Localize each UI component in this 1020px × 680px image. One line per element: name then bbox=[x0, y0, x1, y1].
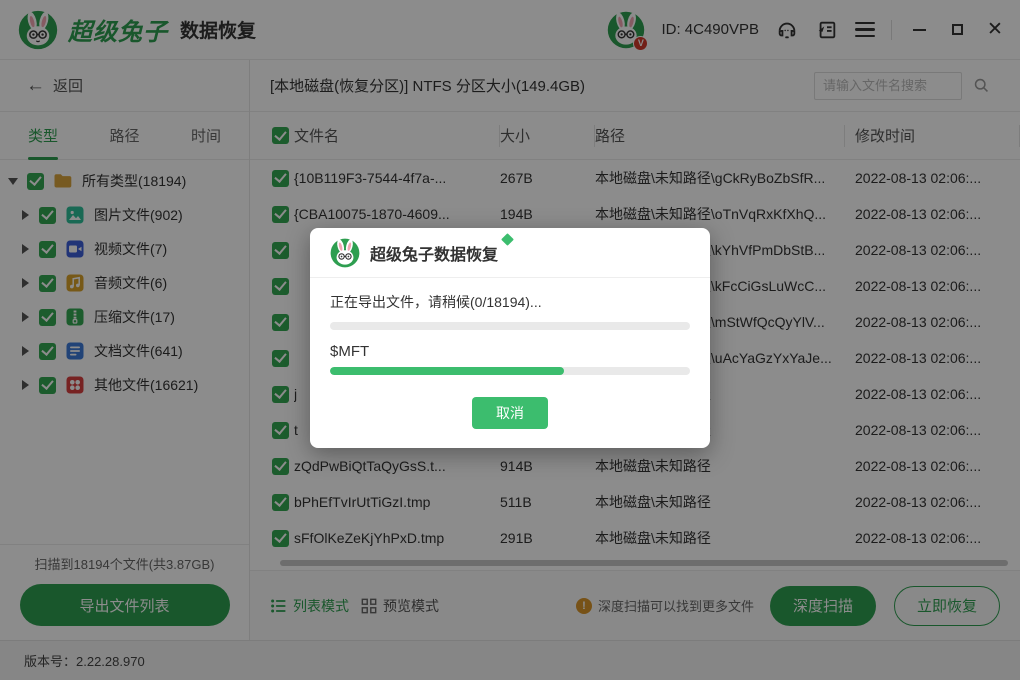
sparkle-icon bbox=[501, 233, 514, 246]
export-status-text: 正在导出文件，请稍候(0/18194)... bbox=[330, 292, 690, 312]
file-progress-fill bbox=[330, 367, 564, 375]
dialog-rabbit-logo-icon bbox=[330, 238, 360, 268]
current-file-label: $MFT bbox=[330, 343, 690, 360]
dialog-header: 超级兔子数据恢复 bbox=[310, 228, 710, 278]
file-progress-bar bbox=[330, 367, 690, 375]
export-progress-bar bbox=[330, 322, 690, 330]
dialog-title: 超级兔子数据恢复 bbox=[370, 241, 498, 265]
cancel-button[interactable]: 取消 bbox=[472, 397, 548, 429]
export-progress-dialog: 超级兔子数据恢复 正在导出文件，请稍候(0/18194)... $MFT 取消 bbox=[310, 228, 710, 448]
app-window: 超级兔子 数据恢复 V ID: 4 bbox=[0, 0, 1020, 680]
dialog-body: 正在导出文件，请稍候(0/18194)... $MFT 取消 bbox=[310, 278, 710, 429]
